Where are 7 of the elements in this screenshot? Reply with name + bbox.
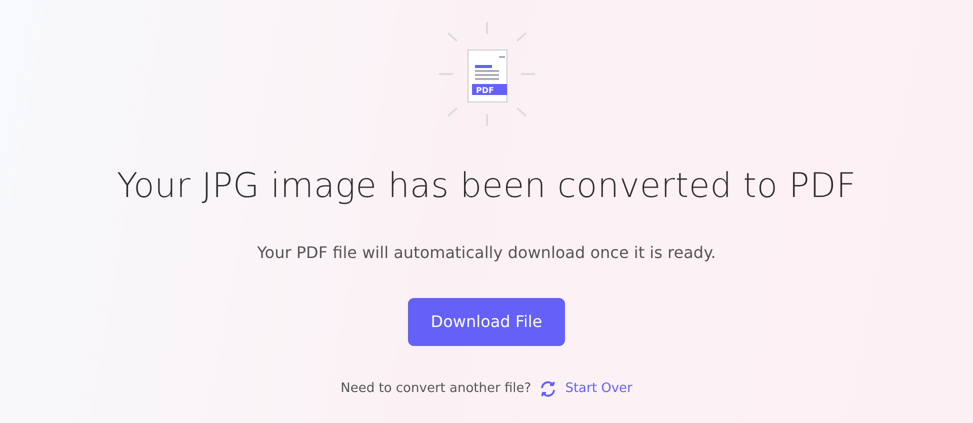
subtitle: Your PDF file will automatically download once it is ready.: [257, 242, 716, 264]
prompt-text: Need to convert another file?: [340, 380, 532, 398]
refresh-icon: [539, 380, 558, 398]
heading: Your JPG image has been converted to PDF: [116, 166, 856, 207]
pdf-label: PDF: [476, 86, 494, 95]
start-over-link[interactable]: Start Over: [539, 378, 632, 398]
download-button[interactable]: Download File: [408, 298, 566, 346]
